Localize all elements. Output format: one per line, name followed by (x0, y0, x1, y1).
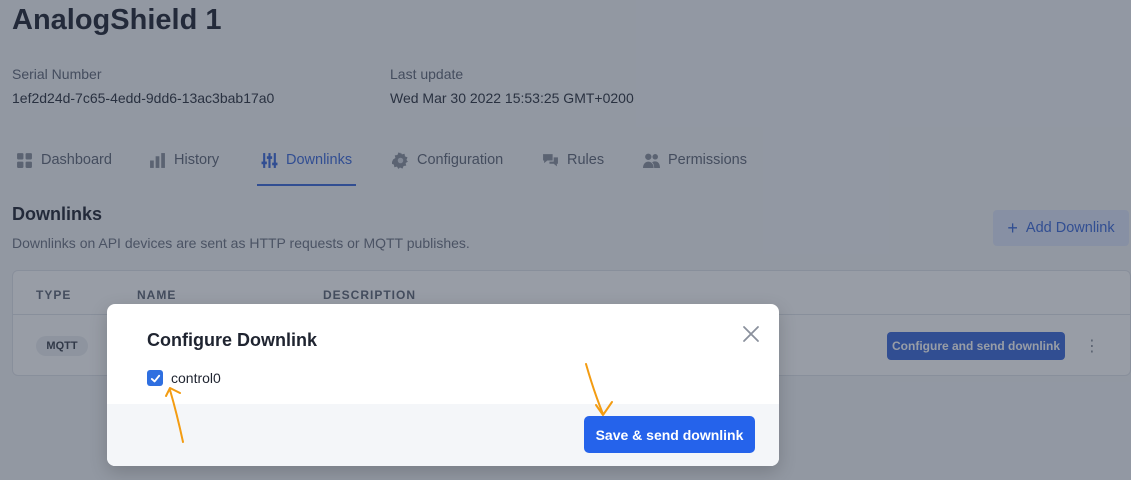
control0-checkbox[interactable] (147, 370, 163, 386)
control0-label[interactable]: control0 (171, 370, 221, 386)
modal-title: Configure Downlink (147, 330, 317, 350)
close-icon[interactable] (739, 322, 763, 346)
save-and-send-button[interactable]: Save & send downlink (584, 416, 755, 453)
configure-downlink-modal: Configure Downlink control0 Save & send … (107, 304, 779, 466)
checkmark-icon (150, 374, 160, 382)
